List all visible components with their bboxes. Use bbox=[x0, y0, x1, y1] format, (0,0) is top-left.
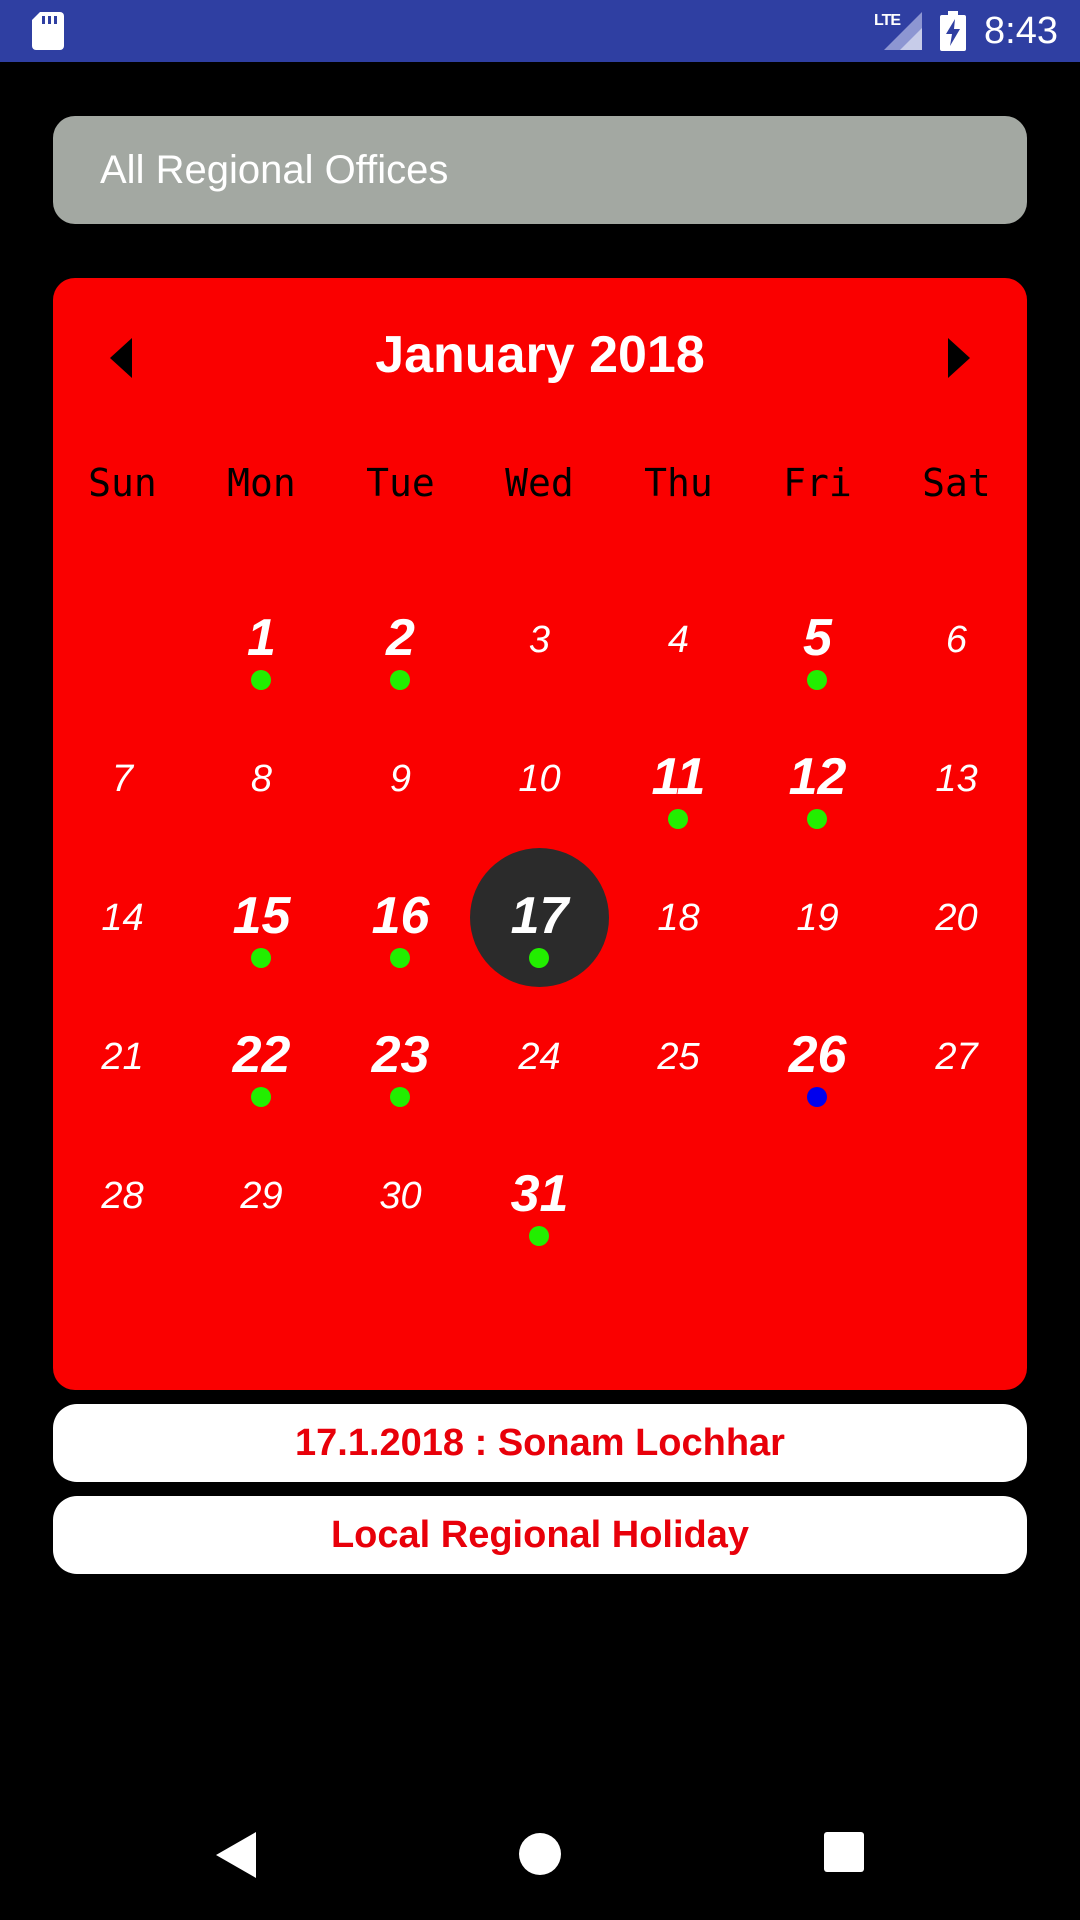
battery-charging-icon bbox=[940, 11, 966, 51]
calendar-day-25[interactable]: 25 bbox=[609, 987, 748, 1126]
calendar-day-2[interactable]: 2 bbox=[331, 570, 470, 709]
back-icon[interactable] bbox=[216, 1832, 256, 1878]
day-number: 1 bbox=[247, 609, 276, 667]
day-number: 13 bbox=[935, 758, 978, 800]
calendar-view: January 2018 Sun Mon Tue Wed Thu Fri Sat… bbox=[53, 278, 1027, 1390]
day-number: 22 bbox=[232, 1026, 291, 1084]
day-number: 12 bbox=[788, 748, 847, 806]
event-dot-green bbox=[390, 1087, 410, 1107]
day-number: 10 bbox=[518, 758, 561, 800]
calendar-day-11[interactable]: 11 bbox=[609, 709, 748, 848]
day-number: 24 bbox=[518, 1036, 561, 1078]
day-number: 9 bbox=[389, 758, 412, 800]
calendar-day-22[interactable]: 22 bbox=[192, 987, 331, 1126]
status-bar: LTE 8:43 bbox=[0, 0, 1080, 62]
calendar-day-14[interactable]: 14 bbox=[53, 848, 192, 987]
day-number: 29 bbox=[240, 1175, 283, 1217]
day-number: 5 bbox=[803, 609, 832, 667]
weekday-header-wed: Wed bbox=[505, 461, 574, 505]
event-dot-green bbox=[251, 948, 271, 968]
calendar-day-4[interactable]: 4 bbox=[609, 570, 748, 709]
event-dot-green bbox=[251, 1087, 271, 1107]
calendar-day-10[interactable]: 10 bbox=[470, 709, 609, 848]
day-number: 17 bbox=[510, 887, 569, 945]
event-dot-green bbox=[390, 948, 410, 968]
day-number: 11 bbox=[651, 748, 706, 806]
office-selector-dropdown[interactable]: All Regional Offices bbox=[53, 116, 1027, 224]
calendar-day-23[interactable]: 23 bbox=[331, 987, 470, 1126]
calendar-day-6[interactable]: 6 bbox=[887, 570, 1026, 709]
month-title: January 2018 bbox=[375, 326, 705, 384]
chevron-right-icon bbox=[948, 338, 970, 378]
calendar-day-24[interactable]: 24 bbox=[470, 987, 609, 1126]
calendar-day-20[interactable]: 20 bbox=[887, 848, 1026, 987]
office-selector-value: All Regional Offices bbox=[100, 148, 449, 192]
navigation-bar bbox=[0, 1800, 1080, 1920]
calendar-day-21[interactable]: 21 bbox=[53, 987, 192, 1126]
event-dot-green bbox=[390, 670, 410, 690]
day-number: 8 bbox=[250, 758, 273, 800]
calendar-day-31[interactable]: 31 bbox=[470, 1126, 609, 1265]
day-number: 16 bbox=[371, 887, 430, 945]
day-number: 4 bbox=[667, 619, 690, 661]
day-number: 6 bbox=[945, 619, 968, 661]
day-number: 18 bbox=[657, 897, 700, 939]
calendar-day-7[interactable]: 7 bbox=[53, 709, 192, 848]
calendar-day-27[interactable]: 27 bbox=[887, 987, 1026, 1126]
calendar-day-30[interactable]: 30 bbox=[331, 1126, 470, 1265]
next-month-button[interactable] bbox=[929, 328, 989, 388]
day-number: 27 bbox=[935, 1036, 978, 1078]
calendar-day-15[interactable]: 15 bbox=[192, 848, 331, 987]
day-number: 28 bbox=[101, 1175, 144, 1217]
calendar-day-5[interactable]: 5 bbox=[748, 570, 887, 709]
calendar-day-9[interactable]: 9 bbox=[331, 709, 470, 848]
day-number: 30 bbox=[379, 1175, 422, 1217]
weekday-header-fri: Fri bbox=[783, 461, 852, 505]
day-number: 7 bbox=[111, 758, 134, 800]
event-dot-green bbox=[668, 809, 688, 829]
clock: 8:43 bbox=[984, 10, 1058, 52]
weekday-header-tue: Tue bbox=[366, 461, 435, 505]
weekday-header-mon: Mon bbox=[227, 461, 296, 505]
weekday-header-sun: Sun bbox=[88, 461, 157, 505]
event-dot-green bbox=[807, 670, 827, 690]
calendar-day-17[interactable]: 17 bbox=[470, 848, 609, 987]
event-dot-green bbox=[251, 670, 271, 690]
day-number: 23 bbox=[371, 1026, 430, 1084]
day-number: 14 bbox=[101, 897, 144, 939]
calendar-day-16[interactable]: 16 bbox=[331, 848, 470, 987]
recents-icon[interactable] bbox=[824, 1832, 864, 1872]
calendar-day-28[interactable]: 28 bbox=[53, 1126, 192, 1265]
day-number: 25 bbox=[657, 1036, 700, 1078]
calendar-day-3[interactable]: 3 bbox=[470, 570, 609, 709]
day-number: 3 bbox=[528, 619, 551, 661]
day-number: 20 bbox=[935, 897, 978, 939]
day-number: 21 bbox=[101, 1036, 144, 1078]
selected-event-title: 17.1.2018 : Sonam Lochhar bbox=[53, 1404, 1027, 1482]
weekday-header-sat: Sat bbox=[922, 461, 991, 505]
calendar-day-18[interactable]: 18 bbox=[609, 848, 748, 987]
home-icon[interactable] bbox=[518, 1832, 562, 1876]
day-number: 19 bbox=[796, 897, 839, 939]
event-dot-blue bbox=[807, 1087, 827, 1107]
selected-event-type: Local Regional Holiday bbox=[53, 1496, 1027, 1574]
calendar-day-26[interactable]: 26 bbox=[748, 987, 887, 1126]
day-number: 26 bbox=[788, 1026, 847, 1084]
calendar-day-13[interactable]: 13 bbox=[887, 709, 1026, 848]
sd-card-icon bbox=[32, 12, 64, 50]
day-number: 2 bbox=[386, 609, 415, 667]
event-dot-green bbox=[529, 948, 549, 968]
signal-icon bbox=[884, 12, 922, 50]
calendar-day-8[interactable]: 8 bbox=[192, 709, 331, 848]
event-dot-green bbox=[529, 1226, 549, 1246]
calendar-day-12[interactable]: 12 bbox=[748, 709, 887, 848]
weekday-header-thu: Thu bbox=[644, 461, 713, 505]
calendar-day-29[interactable]: 29 bbox=[192, 1126, 331, 1265]
calendar-day-19[interactable]: 19 bbox=[748, 848, 887, 987]
event-dot-green bbox=[807, 809, 827, 829]
day-number: 31 bbox=[510, 1165, 569, 1223]
day-number: 15 bbox=[232, 887, 291, 945]
calendar-day-1[interactable]: 1 bbox=[192, 570, 331, 709]
